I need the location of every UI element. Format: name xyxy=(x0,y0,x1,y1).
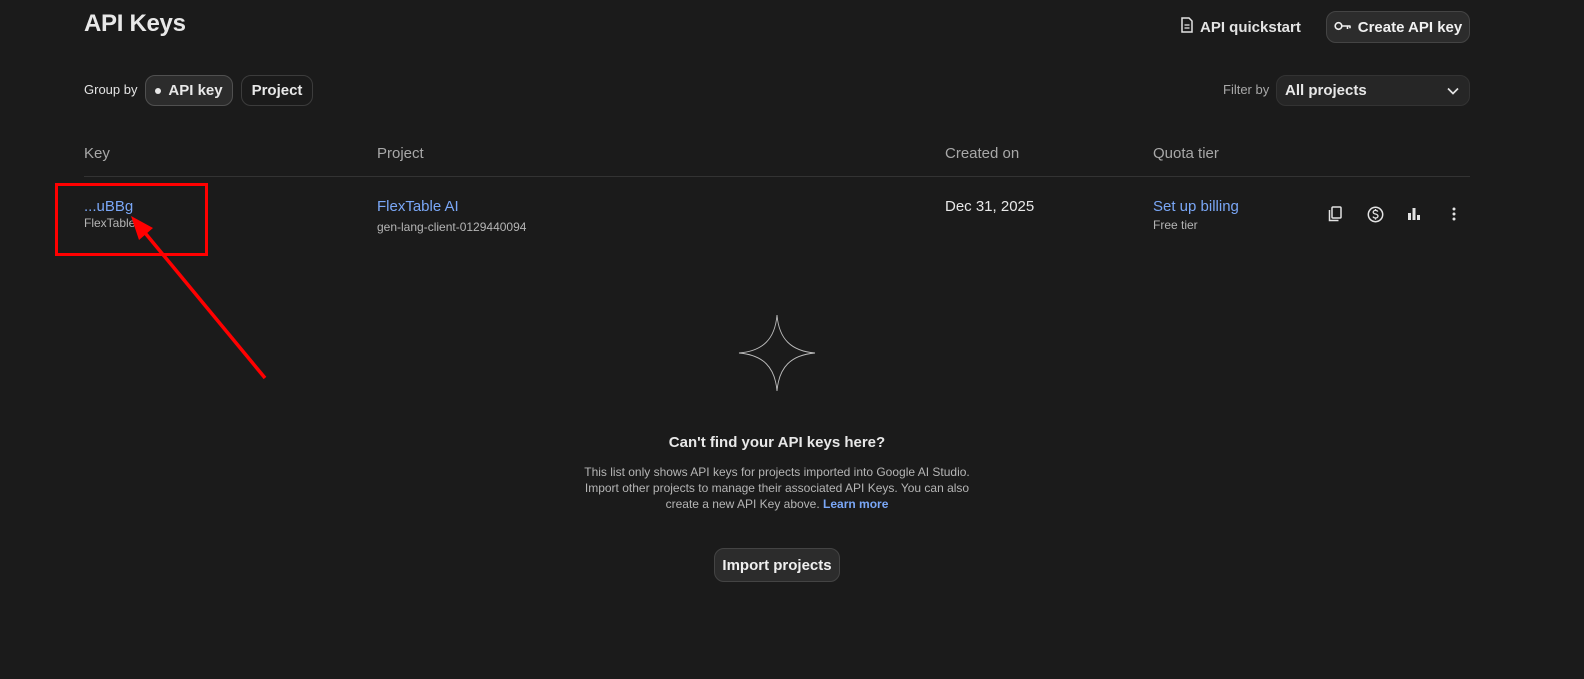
group-by-api-key-label: API key xyxy=(168,82,223,99)
project-link[interactable]: FlexTable AI xyxy=(377,198,459,215)
api-keys-page: API Keys API quickstart Create API key G… xyxy=(0,0,1584,679)
empty-state-text: This list only shows API keys for projec… xyxy=(584,465,970,511)
column-header-created: Created on xyxy=(945,145,1020,162)
quota-tier-label: Free tier xyxy=(1153,218,1198,232)
chevron-down-icon xyxy=(1447,82,1459,99)
copy-icon[interactable] xyxy=(1325,204,1345,224)
group-by-label: Group by xyxy=(84,82,138,97)
project-filter-select[interactable]: All projects xyxy=(1276,75,1470,106)
table-divider xyxy=(84,176,1470,177)
group-by-project-label: Project xyxy=(251,82,303,99)
empty-state-title: Can't find your API keys here? xyxy=(668,434,886,451)
usage-chart-icon[interactable] xyxy=(1404,204,1424,224)
create-api-key-button[interactable]: Create API key xyxy=(1326,11,1470,43)
annotation-highlight-box xyxy=(55,183,208,256)
group-by-api-key-chip[interactable]: API key xyxy=(145,75,233,106)
billing-icon[interactable] xyxy=(1365,204,1385,224)
empty-state-body: This list only shows API keys for projec… xyxy=(577,464,977,512)
column-header-quota-tier: Quota tier xyxy=(1153,145,1219,162)
project-id: gen-lang-client-0129440094 xyxy=(377,220,527,234)
group-by-project-chip[interactable]: Project xyxy=(241,75,313,106)
set-up-billing-link[interactable]: Set up billing xyxy=(1153,198,1239,215)
column-header-key: Key xyxy=(84,145,110,162)
import-projects-label: Import projects xyxy=(722,556,832,574)
created-on-date: Dec 31, 2025 xyxy=(945,198,1035,215)
import-projects-button[interactable]: Import projects xyxy=(714,548,840,582)
column-header-project: Project xyxy=(377,145,424,162)
api-quickstart-label: API quickstart xyxy=(1200,18,1301,36)
create-api-key-label: Create API key xyxy=(1357,18,1463,36)
page-title: API Keys xyxy=(84,10,186,37)
selected-dot-icon xyxy=(155,87,162,94)
project-filter-value: All projects xyxy=(1285,82,1367,99)
document-icon xyxy=(1180,17,1194,37)
key-icon xyxy=(1334,19,1352,36)
filter-by-label: Filter by xyxy=(1223,82,1270,97)
api-quickstart-link[interactable]: API quickstart xyxy=(1180,16,1301,38)
sparkle-icon xyxy=(738,314,816,397)
learn-more-link[interactable]: Learn more xyxy=(823,497,888,511)
more-vert-icon[interactable] xyxy=(1444,204,1464,224)
